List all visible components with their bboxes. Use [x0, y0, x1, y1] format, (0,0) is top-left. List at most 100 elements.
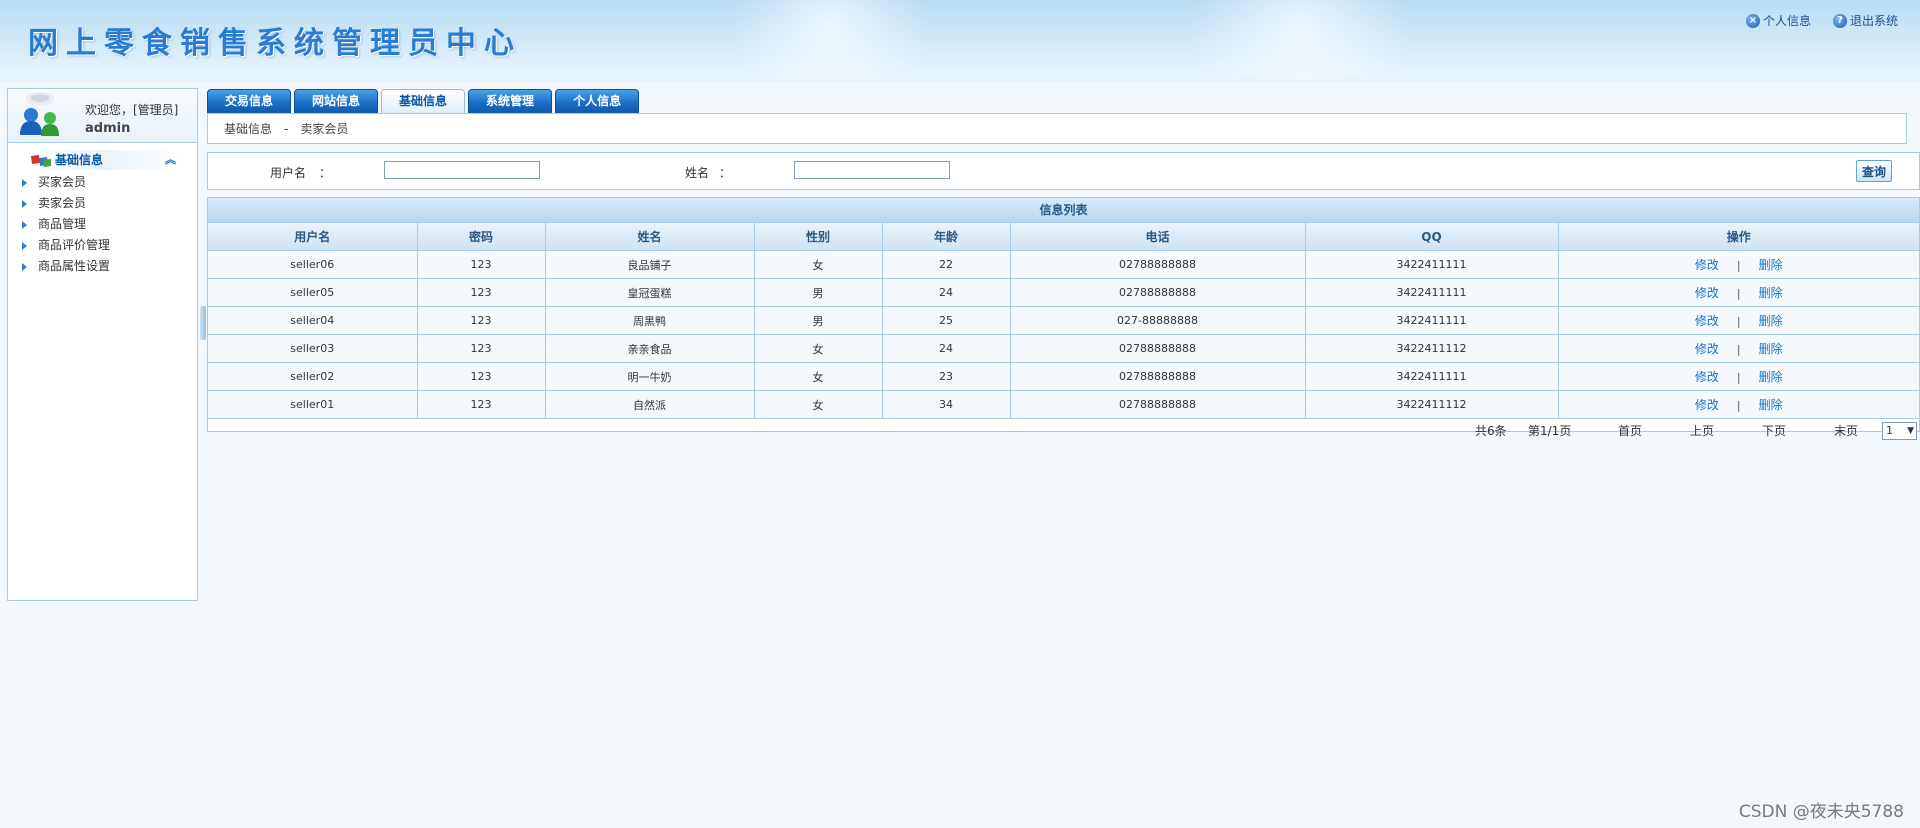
sidebar-item-buyer-members[interactable]: 买家会员: [8, 172, 197, 193]
breadcrumb-separator: -: [284, 122, 289, 136]
action-separator: |: [1736, 259, 1741, 272]
query-button[interactable]: 查询: [1856, 160, 1892, 182]
profile-link[interactable]: × 个人信息: [1745, 12, 1811, 29]
delete-link[interactable]: 删除: [1759, 286, 1783, 300]
pager: 共6条 第1/1页 首页 上页 下页 末页 1 ▼: [208, 419, 1919, 444]
breadcrumb-page: 卖家会员: [300, 122, 349, 136]
pager-first[interactable]: 首页: [1618, 419, 1642, 444]
cell-username: seller02: [208, 362, 418, 391]
cell-gender: 女: [754, 390, 883, 419]
page-select[interactable]: 1 ▼: [1882, 422, 1917, 440]
cell-phone: 02788888888: [1010, 362, 1306, 391]
sidebar-item-review-management[interactable]: 商品评价管理: [8, 235, 197, 256]
sidebar-item-product-management[interactable]: 商品管理: [8, 214, 197, 235]
tab-system-management[interactable]: 系统管理: [468, 89, 553, 113]
edit-link[interactable]: 修改: [1695, 286, 1719, 300]
tab-website-info[interactable]: 网站信息: [294, 89, 379, 113]
column-header: 电话: [1010, 223, 1306, 251]
cell-password: 123: [417, 250, 546, 279]
cell-actions: 修改 | 删除: [1558, 306, 1919, 335]
name-label: 姓名: [685, 166, 710, 180]
cell-qq: 3422411112: [1305, 390, 1559, 419]
arrow-right-icon: [22, 179, 27, 187]
action-separator: |: [1736, 287, 1741, 300]
cell-gender: 女: [754, 362, 883, 391]
cell-qq: 3422411111: [1305, 278, 1559, 307]
username-label: 用户名: [270, 166, 307, 180]
seller-table: 用户名 密码 姓名 性别 年龄 电话 QQ 操作 seller06 123 良品…: [208, 223, 1919, 419]
cell-password: 123: [417, 278, 546, 307]
cell-actions: 修改 | 删除: [1558, 390, 1919, 419]
name-input[interactable]: [794, 161, 950, 179]
delete-link[interactable]: 删除: [1759, 370, 1783, 384]
edit-link[interactable]: 修改: [1695, 398, 1719, 412]
delete-link[interactable]: 删除: [1759, 258, 1783, 272]
cell-phone: 02788888888: [1010, 250, 1306, 279]
column-header: 姓名: [545, 223, 755, 251]
info-list: 信息列表 用户名 密码 姓名 性别 年龄 电话 QQ 操作 seller06 1…: [207, 197, 1920, 440]
cell-username: seller01: [208, 390, 418, 419]
table-caption: 信息列表: [208, 198, 1919, 223]
close-circle-icon: ×: [1745, 13, 1760, 28]
edit-link[interactable]: 修改: [1695, 314, 1719, 328]
cell-actions: 修改 | 删除: [1558, 362, 1919, 391]
sidebar-splitter[interactable]: [200, 306, 206, 340]
pager-last[interactable]: 末页: [1834, 419, 1858, 444]
cell-name: 良品铺子: [545, 250, 755, 279]
action-separator: |: [1736, 371, 1741, 384]
cell-password: 123: [417, 390, 546, 419]
edit-link[interactable]: 修改: [1695, 258, 1719, 272]
welcome-text: 欢迎您，[管理员]: [85, 103, 179, 117]
edit-link[interactable]: 修改: [1695, 342, 1719, 356]
name-colon: ：: [719, 166, 732, 180]
arrow-right-icon: [22, 221, 27, 229]
help-circle-icon: ?: [1832, 13, 1847, 28]
cell-actions: 修改 | 删除: [1558, 250, 1919, 279]
menu-group-title: 基础信息: [55, 153, 104, 167]
collapse-chevron-icon[interactable]: ︽: [165, 150, 176, 170]
table-header-row: 用户名 密码 姓名 性别 年龄 电话 QQ 操作: [208, 223, 1919, 251]
cell-password: 123: [417, 362, 546, 391]
menu-group-basic-info[interactable]: 基础信息 ︽: [22, 150, 184, 170]
tab-transactions[interactable]: 交易信息: [207, 89, 292, 113]
sidebar-item-label: 商品属性设置: [38, 259, 111, 273]
cell-age: 24: [882, 334, 1011, 363]
delete-link[interactable]: 删除: [1759, 342, 1783, 356]
pager-next[interactable]: 下页: [1762, 419, 1786, 444]
cell-username: seller03: [208, 334, 418, 363]
column-header: 用户名: [208, 223, 418, 251]
cell-password: 123: [417, 306, 546, 335]
tab-basic-info[interactable]: 基础信息: [381, 89, 466, 113]
page-select-value: 1: [1886, 424, 1893, 437]
sidebar-item-seller-members[interactable]: 卖家会员: [8, 193, 197, 214]
cell-phone: 027-88888888: [1010, 306, 1306, 335]
table-row: seller02 123 明一牛奶 女 23 02788888888 34224…: [208, 362, 1919, 391]
table-row: seller01 123 自然派 女 34 02788888888 342241…: [208, 390, 1919, 419]
action-separator: |: [1736, 343, 1741, 356]
sidebar-item-attribute-settings[interactable]: 商品属性设置: [8, 256, 197, 277]
cell-username: seller04: [208, 306, 418, 335]
cell-name: 皇冠蛋糕: [545, 278, 755, 307]
logout-link[interactable]: ? 退出系统: [1832, 12, 1898, 29]
delete-link[interactable]: 删除: [1759, 314, 1783, 328]
main-tabs: 交易信息 网站信息 基础信息 系统管理 个人信息: [207, 89, 640, 113]
menu-list: 买家会员 卖家会员 商品管理 商品评价管理 商品属性设置: [8, 172, 197, 277]
chevron-down-icon: ▼: [1907, 426, 1914, 436]
cell-gender: 男: [754, 306, 883, 335]
tab-personal-info[interactable]: 个人信息: [555, 89, 640, 113]
column-header: 性别: [754, 223, 883, 251]
cell-gender: 女: [754, 250, 883, 279]
breadcrumb: 基础信息 - 卖家会员: [207, 113, 1907, 144]
sidebar-item-label: 商品管理: [38, 217, 87, 231]
cell-age: 25: [882, 306, 1011, 335]
pager-page-info: 第1/1页: [1528, 424, 1572, 438]
action-separator: |: [1736, 315, 1741, 328]
column-header: 操作: [1558, 223, 1919, 251]
top-links: × 个人信息 ? 退出系统: [1745, 12, 1898, 29]
delete-link[interactable]: 删除: [1759, 398, 1783, 412]
pager-prev[interactable]: 上页: [1690, 419, 1714, 444]
edit-link[interactable]: 修改: [1695, 370, 1719, 384]
username-input[interactable]: [384, 161, 540, 179]
sidebar-item-label: 商品评价管理: [38, 238, 111, 252]
table-row: seller06 123 良品铺子 女 22 02788888888 34224…: [208, 250, 1919, 279]
